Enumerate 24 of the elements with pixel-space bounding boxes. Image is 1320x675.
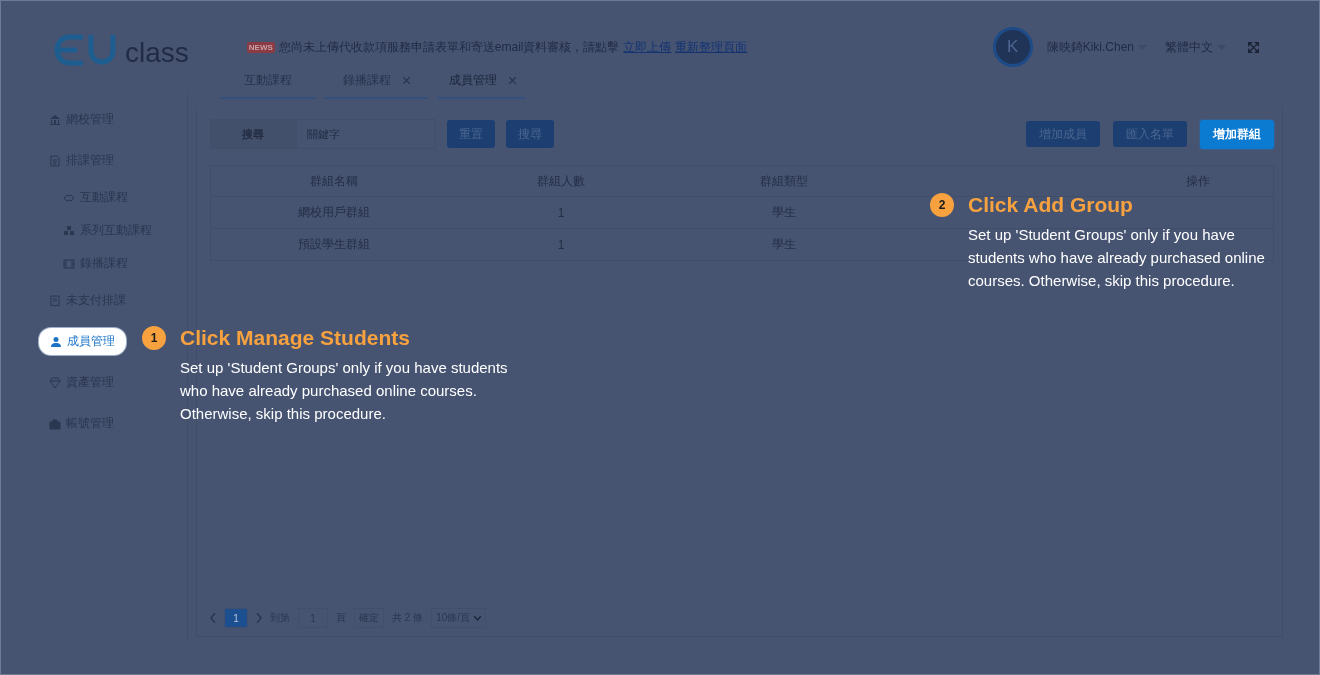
step-number: 2 xyxy=(930,193,954,217)
next-page-icon[interactable] xyxy=(256,613,262,623)
document-icon xyxy=(49,154,61,167)
close-icon[interactable] xyxy=(508,76,516,84)
user-avatar[interactable]: K xyxy=(992,27,1033,67)
callout-text: Set up 'Student Groups' only if you have students who have already purchased online courses. Otherwise, skip this procedure. xyxy=(968,225,1266,291)
step-number: 1 xyxy=(142,326,166,350)
sidebar-item[interactable]: 成員管理 xyxy=(39,328,126,355)
previous-page-icon[interactable] xyxy=(210,613,216,623)
user-icon xyxy=(50,335,62,348)
briefcase-icon xyxy=(49,417,61,430)
diamond-icon xyxy=(49,376,61,389)
callout-title: Click Add Group xyxy=(968,193,1134,217)
action-button[interactable]: 增加群組 xyxy=(1200,119,1274,149)
close-icon[interactable] xyxy=(403,76,410,84)
news-badge: NEWS xyxy=(246,41,275,53)
bank-icon xyxy=(49,113,61,126)
cubes-icon xyxy=(63,224,75,237)
fullscreen-icon[interactable] xyxy=(1248,41,1259,53)
callout-title: Click Manage Students xyxy=(180,326,411,350)
film-icon xyxy=(63,257,75,270)
callout-text: Set up 'Student Groups' only if you have students who have already purchased online courses. Otherwise, skip this procedure. xyxy=(180,358,509,424)
chevron-down-icon xyxy=(474,615,482,621)
page-number[interactable]: 1 xyxy=(224,608,248,628)
